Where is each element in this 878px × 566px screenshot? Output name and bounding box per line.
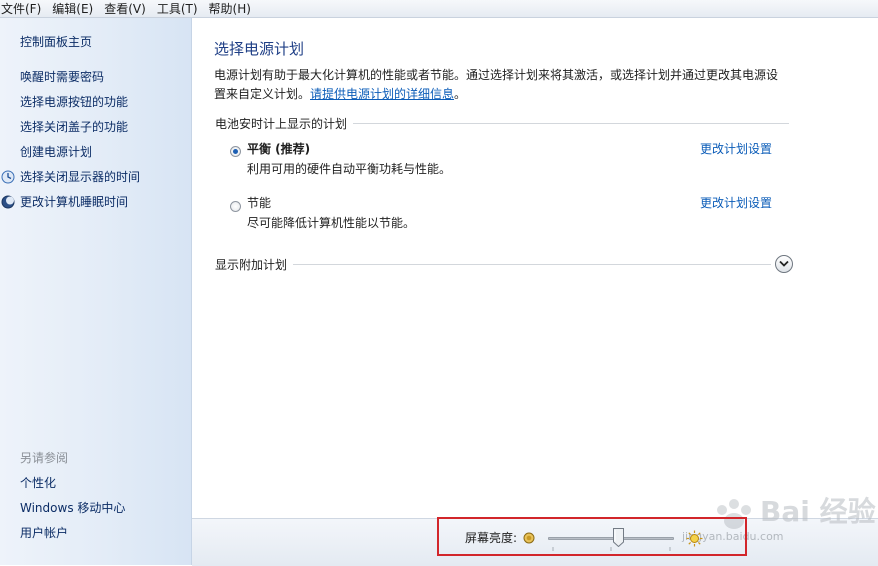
plan-balanced-radio[interactable]: [230, 146, 241, 157]
display-timer-icon: [1, 170, 15, 184]
description-end: 。: [454, 87, 467, 101]
plan-saver-desc: 尽可能降低计算机性能以节能。: [247, 216, 416, 230]
moon-icon: [1, 195, 15, 209]
page-title: 选择电源计划: [214, 40, 305, 58]
brightness-slider-ticks: [552, 547, 671, 551]
additional-plans-heading: 显示附加计划: [215, 257, 288, 272]
sidebar-item-lid-close[interactable]: 选择关闭盖子的功能: [20, 119, 128, 135]
control-panel-home-link[interactable]: 控制面板主页: [20, 34, 92, 50]
description-text: 电源计划有助于最大化计算机的性能或者节能。通过选择计划来将其激活，或选择计划并通…: [214, 68, 779, 101]
section-divider: [293, 263, 771, 265]
sidebar-item-sleep-time[interactable]: 更改计算机睡眠时间: [20, 194, 128, 210]
menu-help[interactable]: 帮助(H): [207, 1, 260, 17]
plan-details-link[interactable]: 请提供电源计划的详细信息: [310, 87, 454, 101]
plan-saver-name[interactable]: 节能: [247, 195, 271, 211]
plan-saver-radio[interactable]: [230, 201, 241, 212]
sun-bright-icon: [686, 530, 703, 547]
see-also-title: 另请参阅: [20, 451, 69, 465]
plan-saver-settings-link[interactable]: 更改计划设置: [700, 195, 772, 211]
brightness-label: 屏幕亮度:: [465, 531, 518, 545]
see-also-user-accounts[interactable]: 用户帐户: [20, 525, 68, 541]
battery-plans-heading: 电池安时计上显示的计划: [215, 116, 348, 131]
chevron-down-icon: [779, 260, 789, 267]
page-description: 电源计划有助于最大化计算机的性能或者节能。通过选择计划来将其激活，或选择计划并通…: [214, 66, 789, 104]
plan-balanced-desc: 利用可用的硬件自动平衡功耗与性能。: [247, 162, 452, 176]
menu-file[interactable]: 文件(F): [0, 1, 50, 17]
additional-plans-section: 显示附加计划: [215, 256, 771, 272]
menu-edit[interactable]: 编辑(E): [50, 1, 102, 17]
expand-additional-plans-button[interactable]: [775, 255, 793, 273]
sidebar-item-wake-password[interactable]: 唤醒时需要密码: [20, 69, 104, 85]
plan-balanced-name[interactable]: 平衡 (推荐): [247, 141, 310, 157]
brightness-slider-track[interactable]: [548, 537, 674, 540]
see-also-personalization[interactable]: 个性化: [20, 475, 56, 491]
watermark-text: Bai 经验: [760, 495, 876, 528]
sidebar-item-power-button[interactable]: 选择电源按钮的功能: [20, 94, 128, 110]
menu-bar: 文件(F) 编辑(E) 查看(V) 工具(T) 帮助(H): [0, 0, 878, 18]
menu-tools[interactable]: 工具(T): [155, 1, 207, 17]
plan-balanced-settings-link[interactable]: 更改计划设置: [700, 141, 772, 157]
see-also-mobility-center[interactable]: Windows 移动中心: [20, 500, 125, 516]
sidebar-item-display-off[interactable]: 选择关闭显示器的时间: [20, 169, 140, 185]
brightness-slider-thumb[interactable]: [613, 528, 624, 547]
sun-dim-icon: [523, 532, 535, 544]
battery-plans-section: 电池安时计上显示的计划: [215, 115, 789, 131]
sidebar-item-create-plan[interactable]: 创建电源计划: [20, 144, 92, 160]
radio-selected-dot: [233, 149, 238, 154]
section-divider: [353, 122, 789, 124]
menu-view[interactable]: 查看(V): [102, 1, 155, 17]
